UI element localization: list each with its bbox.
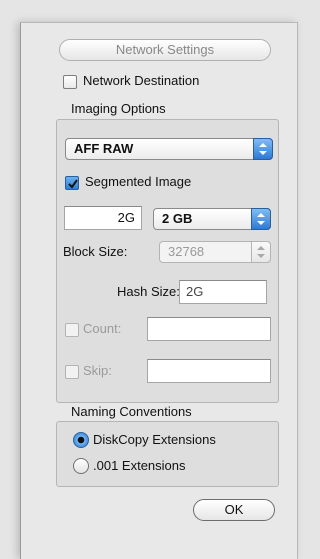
imaging-settings-panel: Network Settings Network Destination Ima…: [20, 22, 298, 559]
network-settings-button[interactable]: Network Settings: [59, 39, 271, 61]
naming-conventions-title: Naming Conventions: [71, 404, 192, 419]
skip-label: Skip:: [83, 363, 112, 378]
format-select[interactable]: AFF RAW: [65, 138, 273, 160]
format-select-value: AFF RAW: [74, 141, 134, 156]
001-extensions-label: .001 Extensions: [93, 458, 186, 473]
count-field[interactable]: [147, 317, 271, 341]
segment-unit-select[interactable]: 2 GB: [153, 208, 271, 230]
naming-conventions-group: DiskCopy Extensions .001 Extensions: [56, 421, 279, 487]
chevron-updown-icon: [251, 208, 271, 230]
diskcopy-extensions-label: DiskCopy Extensions: [93, 432, 216, 447]
segment-size-field[interactable]: 2G: [64, 206, 142, 230]
checkmark-icon: [68, 179, 78, 189]
skip-field[interactable]: [147, 359, 271, 383]
count-label: Count:: [83, 321, 122, 336]
hash-size-label: Hash Size:: [117, 284, 180, 299]
chevron-updown-icon: [253, 138, 273, 160]
segment-unit-value: 2 GB: [162, 211, 193, 226]
block-size-value: 32768: [168, 244, 205, 259]
imaging-options-title: Imaging Options: [71, 101, 166, 116]
block-size-select[interactable]: 32768: [159, 241, 271, 263]
diskcopy-extensions-radio[interactable]: [73, 432, 89, 448]
network-destination-label: Network Destination: [83, 73, 200, 88]
block-size-label: Block Size:: [63, 244, 128, 259]
imaging-options-group: AFF RAW Segmented Image 2G 2 GB Block Si…: [56, 119, 279, 403]
001-extensions-radio[interactable]: [73, 458, 89, 474]
segmented-image-label: Segmented Image: [85, 174, 192, 189]
chevron-updown-icon: [251, 241, 271, 263]
skip-checkbox[interactable]: [65, 365, 79, 379]
network-destination-checkbox[interactable]: [63, 75, 77, 89]
count-checkbox[interactable]: [65, 323, 79, 337]
segmented-image-checkbox[interactable]: [65, 176, 79, 190]
hash-size-field[interactable]: 2G: [179, 280, 267, 304]
ok-button[interactable]: OK: [193, 499, 275, 521]
